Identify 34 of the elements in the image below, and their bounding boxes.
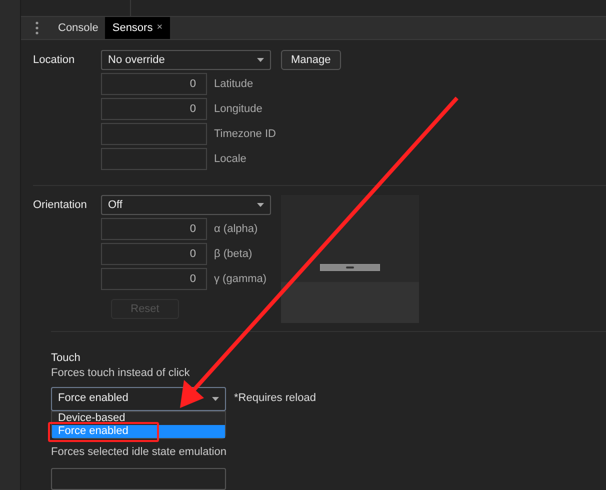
panel-tab[interactable]: Sensors × bbox=[105, 16, 170, 39]
location-select[interactable]: No override bbox=[101, 50, 271, 70]
field-label: Longitude bbox=[214, 102, 262, 115]
more-options-icon[interactable] bbox=[35, 20, 39, 35]
section-title: Touch bbox=[51, 352, 82, 365]
device-drawing bbox=[320, 264, 380, 272]
orientation-select[interactable]: Off bbox=[101, 195, 271, 216]
number-input[interactable]: 0 bbox=[101, 268, 207, 290]
field-label: γ (gamma) bbox=[214, 273, 267, 286]
section-description: Forces selected idle state emulation bbox=[51, 446, 226, 458]
section-description: Forces touch instead of click bbox=[51, 366, 191, 380]
close-icon[interactable]: × bbox=[156, 22, 163, 34]
number-input[interactable] bbox=[101, 148, 207, 170]
panel-tab[interactable]: Console bbox=[51, 16, 106, 39]
field-label: Latitude bbox=[214, 78, 254, 90]
idle-select[interactable] bbox=[51, 468, 226, 490]
dropdown-option[interactable]: Device-based bbox=[52, 412, 225, 425]
section-label: Orientation bbox=[33, 198, 88, 212]
caret-icon bbox=[257, 58, 264, 62]
touch-select[interactable]: Force enabled bbox=[51, 386, 226, 411]
caret-icon bbox=[212, 396, 219, 401]
field-label: Locale bbox=[214, 152, 246, 165]
field-label: β (beta) bbox=[214, 248, 252, 260]
number-input[interactable]: 0 bbox=[101, 98, 207, 120]
reload-note: *Requires reload bbox=[234, 392, 316, 406]
section-label: Location bbox=[33, 52, 76, 66]
number-input[interactable]: 0 bbox=[101, 243, 207, 266]
caret-icon bbox=[257, 203, 264, 208]
number-input[interactable] bbox=[101, 122, 207, 145]
field-label: α (alpha) bbox=[214, 223, 258, 236]
number-input[interactable]: 0 bbox=[101, 218, 207, 240]
number-input[interactable]: 0 bbox=[101, 72, 207, 95]
manage-button[interactable]: Manage bbox=[281, 50, 341, 70]
field-label: Timezone ID bbox=[214, 128, 276, 140]
